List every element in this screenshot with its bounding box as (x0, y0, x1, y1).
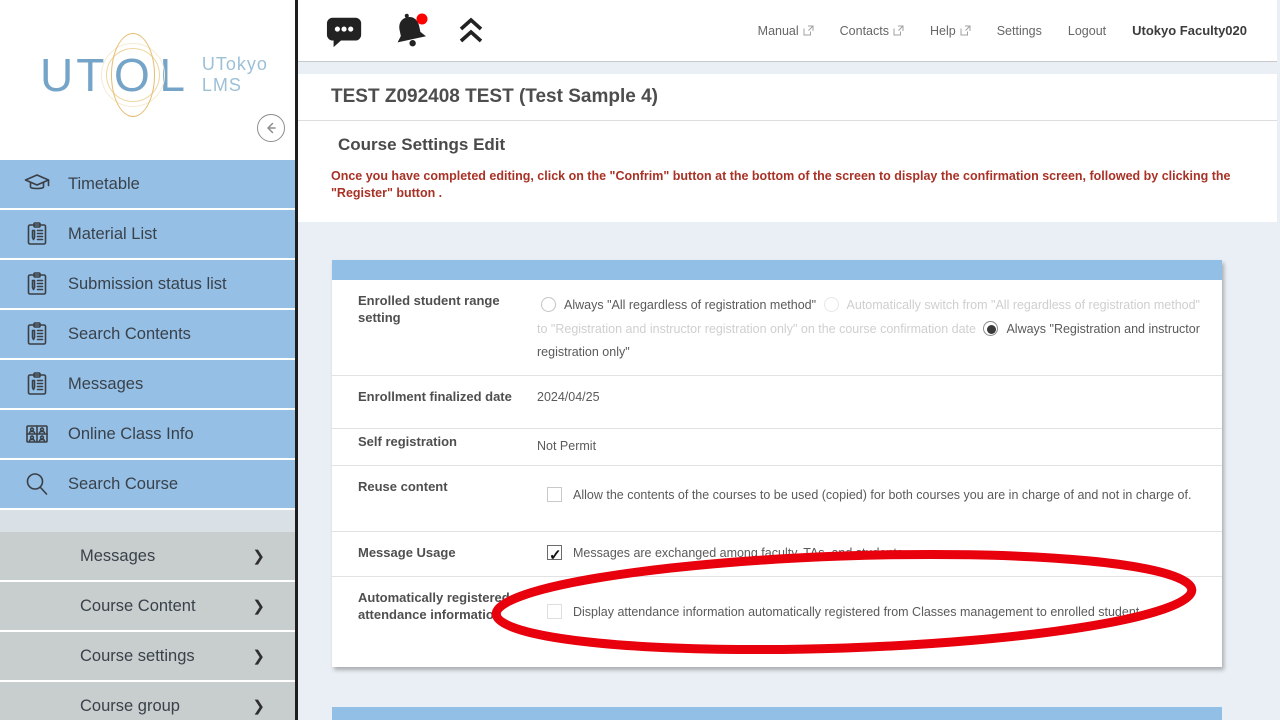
row-content: Display attendance information automatic… (537, 577, 1222, 667)
notification-dot (417, 13, 428, 24)
external-link-icon (893, 25, 904, 36)
clipboard-icon (24, 271, 50, 297)
graduation-cap-icon (24, 171, 50, 197)
clipboard-icon (24, 321, 50, 347)
row-label: Self registration (332, 433, 537, 461)
message-usage-checkbox[interactable] (547, 545, 562, 560)
topbar: Manual Contacts Help Settings Logout Uto… (298, 0, 1277, 62)
row-label: Enrollment finalized date (332, 376, 537, 428)
clipboard-icon (24, 371, 50, 397)
sidebar-item-label: Material List (68, 225, 157, 244)
title-band: TEST Z092408 TEST (Test Sample 4) Course… (298, 74, 1277, 222)
chevron-right-icon: ❯ (252, 697, 265, 715)
sidebar-item-label: Timetable (68, 175, 140, 194)
bell-icon[interactable] (390, 11, 432, 51)
sidebar-item-label: Search Course (68, 475, 178, 494)
row-enrollment-finalized-date: Enrollment finalized date 2024/04/25 (332, 376, 1222, 429)
sidebar-item-messages-submenu[interactable]: Messages ❯ (0, 532, 295, 580)
search-icon (24, 471, 50, 497)
checkbox-label: Allow the contents of the courses to be … (573, 488, 1191, 502)
row-self-registration: Self registration Not Permit (332, 429, 1222, 466)
contacts-link[interactable]: Contacts (840, 24, 904, 38)
app-window: UTOL UTokyo LMS (0, 0, 1280, 720)
row-label: Reuse content (332, 466, 537, 531)
manual-link[interactable]: Manual (758, 24, 814, 38)
row-label: Enrolled student range setting (332, 280, 537, 375)
checkbox-label: Display attendance information automatic… (573, 605, 1143, 619)
sidebar-item-timetable[interactable]: Timetable (0, 160, 295, 208)
row-reuse-content: Reuse content Allow the contents of the … (332, 466, 1222, 532)
sidebar-collapse-button[interactable] (257, 114, 285, 142)
sidebar-item-label: Messages (68, 375, 143, 394)
logo-o-with-rings: O (107, 49, 159, 101)
sidebar-item-messages[interactable]: Messages (0, 360, 295, 408)
sidebar-item-label: Online Class Info (68, 425, 194, 444)
sidebar-item-course-settings[interactable]: Course settings ❯ (0, 632, 295, 680)
row-message-usage: Message Usage Messages are exchanged amo… (332, 532, 1222, 577)
reuse-content-checkbox[interactable] (547, 487, 562, 502)
course-settings-table: Enrolled student range setting Always "A… (332, 260, 1222, 667)
chat-icon[interactable] (326, 13, 364, 49)
external-link-icon (803, 25, 814, 36)
attendance-display-checkbox[interactable] (547, 604, 562, 619)
select-course-code-header: Select Course Code (332, 707, 1222, 720)
sidebar: UTOL UTokyo LMS (0, 0, 298, 720)
sidebar-item-label: Search Contents (68, 325, 191, 344)
arrow-left-icon (262, 119, 280, 137)
row-content: Allow the contents of the courses to be … (537, 466, 1222, 531)
logged-in-user: Utokyo Faculty020 (1132, 23, 1247, 38)
logo-subtitle: UTokyo LMS (202, 54, 268, 95)
sidebar-item-course-content[interactable]: Course Content ❯ (0, 582, 295, 630)
row-content: Messages are exchanged among faculty, TA… (537, 532, 1222, 576)
sidebar-item-online-class-info[interactable]: Online Class Info (0, 410, 295, 458)
warning-text: Once you have completed editing, click o… (331, 168, 1247, 202)
radio-label: Always "All regardless of registration m… (564, 298, 816, 312)
row-label: Message Usage (332, 532, 537, 576)
radio-automatic-switch-disabled (824, 297, 839, 312)
page-title: Course Settings Edit (331, 135, 1244, 155)
chevron-right-icon: ❯ (252, 547, 265, 565)
sidebar-item-label: Submission status list (68, 275, 227, 294)
radio-always-registration-only[interactable] (983, 321, 998, 336)
collapse-up-icon[interactable] (458, 16, 484, 46)
logo-area: UTOL UTokyo LMS (0, 0, 295, 160)
row-auto-attendance: Automatically registered attendance info… (332, 577, 1222, 667)
sidebar-item-search-course[interactable]: Search Course (0, 460, 295, 508)
settings-link[interactable]: Settings (997, 24, 1042, 38)
row-enrolled-student-range: Enrolled student range setting Always "A… (332, 280, 1222, 376)
clipboard-icon (24, 221, 50, 247)
chevron-right-icon: ❯ (252, 597, 265, 615)
sidebar-item-submission-status-list[interactable]: Submission status list (0, 260, 295, 308)
logo-letters-ut: UT (40, 48, 107, 102)
class-grid-icon (24, 421, 50, 447)
sidebar-item-course-group[interactable]: Course group ❯ (0, 682, 295, 720)
row-label: Automatically registered attendance info… (332, 577, 537, 667)
row-value: Not Permit (537, 435, 1222, 459)
utol-logo: UTOL UTokyo LMS (0, 0, 295, 102)
row-content: Always "All regardless of registration m… (537, 280, 1222, 375)
sidebar-item-label: Course group (80, 697, 180, 716)
sidebar-item-label: Messages (80, 547, 155, 566)
chevron-right-icon: ❯ (252, 647, 265, 665)
radio-always-all-regardless[interactable] (541, 297, 556, 312)
sidebar-item-label: Course settings (80, 647, 195, 666)
sidebar-group-divider (0, 510, 295, 532)
checkbox-label: Messages are exchanged among faculty, TA… (573, 546, 907, 560)
main-area: Manual Contacts Help Settings Logout Uto… (298, 0, 1277, 720)
sidebar-item-material-list[interactable]: Material List (0, 210, 295, 258)
table-header-bar (332, 260, 1222, 280)
logout-link[interactable]: Logout (1068, 24, 1106, 38)
sidebar-item-search-contents[interactable]: Search Contents (0, 310, 295, 358)
row-value: 2024/04/25 (537, 376, 1222, 428)
help-link[interactable]: Help (930, 24, 971, 38)
external-link-icon (960, 25, 971, 36)
sidebar-item-label: Course Content (80, 597, 196, 616)
course-title: TEST Z092408 TEST (Test Sample 4) (331, 86, 658, 108)
